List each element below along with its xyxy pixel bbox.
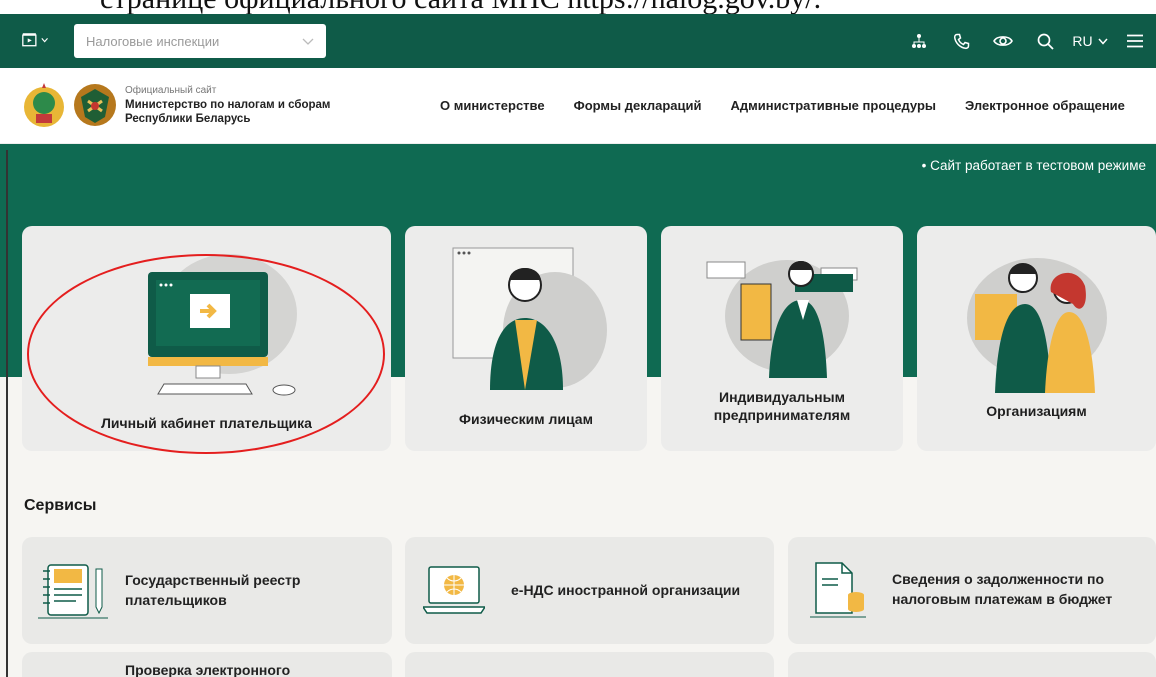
phone-icon[interactable] [940, 33, 982, 50]
page-edge-line [6, 150, 8, 677]
computer-illustration [148, 254, 297, 396]
card-label-line1: Индивидуальным [719, 389, 845, 405]
organizations-illustration [967, 258, 1107, 393]
status-ticker: • Сайт работает в тестовом режиме [921, 158, 1146, 173]
language-label: RU [1072, 33, 1093, 49]
service-title: е-НДС иностранной организации [511, 582, 741, 598]
chevron-down-icon [302, 34, 314, 49]
nav-about-ministry[interactable]: О министерстве [440, 98, 545, 113]
search-icon[interactable] [1024, 33, 1066, 50]
service-title-line2: плательщиков [125, 592, 227, 608]
service-card-row2[interactable] [788, 652, 1156, 677]
select-value: Налоговые инспекции [86, 33, 220, 49]
nav-declaration-forms[interactable]: Формы деклараций [574, 98, 702, 113]
service-electronic-check[interactable]: Проверка электронного [22, 652, 392, 677]
entrepreneur-illustration [706, 260, 858, 378]
language-switcher[interactable]: RU [1066, 33, 1114, 49]
main-nav: О министерстве Формы деклараций Админист… [440, 98, 1154, 113]
service-state-register[interactable]: Государственный реестр плательщиков [22, 537, 392, 644]
card-label: Индивидуальным предпринимателям [661, 388, 903, 424]
card-label: Организациям [986, 403, 1087, 419]
card-entrepreneurs[interactable]: Индивидуальным предпринимателям [661, 226, 903, 451]
service-title: Государственный реестр плательщиков [125, 570, 300, 610]
app-switcher-icon[interactable] [22, 29, 48, 51]
org-name-line2: Республики Беларусь [125, 113, 251, 125]
site-header: Официальный сайт Министерство по налогам… [0, 68, 1156, 144]
person-illustration [452, 247, 607, 390]
document-coins-icon [810, 562, 866, 618]
nav-electronic-appeal[interactable]: Электронное обращение [965, 98, 1125, 113]
service-e-vat[interactable]: е-НДС иностранной организации [405, 537, 774, 644]
card-personal-account[interactable]: Личный кабинет плательщика [22, 226, 391, 451]
org-name-line1: Министерство по налогам и сборам [125, 99, 331, 111]
eye-icon[interactable] [982, 34, 1024, 48]
service-title: Сведения о задолженности по налоговым пл… [892, 569, 1112, 609]
top-bar: Налоговые инспекции RU [0, 14, 1156, 68]
site-tag: Официальный сайт [125, 85, 217, 96]
service-tax-debt-info[interactable]: Сведения о задолженности по налоговым пл… [788, 537, 1156, 644]
menu-icon[interactable] [1114, 34, 1156, 48]
service-title-line2: налоговым платежам в бюджет [892, 591, 1113, 607]
ministry-emblem-logo[interactable] [72, 81, 118, 129]
chevron-down-icon [1098, 38, 1108, 45]
register-book-icon [38, 564, 108, 619]
service-card-row2[interactable] [405, 652, 774, 677]
card-label-line2: предпринимателям [713, 407, 851, 423]
document-caption-fragment: странице официального сайта МНС https://… [0, 0, 1156, 14]
site-title[interactable]: Официальный сайт Министерство по налогам… [125, 84, 330, 126]
laptop-globe-icon [423, 566, 485, 614]
card-individuals[interactable]: Физическим лицам [405, 226, 647, 451]
card-label: Личный кабинет плательщика [101, 415, 312, 431]
service-title: Проверка электронного [125, 662, 291, 677]
service-title-line1: Государственный реестр [125, 572, 301, 588]
caption-text: странице официального сайта МНС https://… [100, 0, 821, 14]
services-heading: Сервисы [24, 497, 97, 514]
inspections-select[interactable]: Налоговые инспекции [74, 24, 326, 58]
state-emblem-logo[interactable] [22, 81, 66, 129]
sitemap-icon[interactable] [898, 33, 940, 49]
nav-administrative-procedures[interactable]: Административные процедуры [731, 98, 936, 113]
card-label: Физическим лицам [459, 411, 593, 427]
service-title-line1: Сведения о задолженности по [892, 571, 1105, 587]
card-organizations[interactable]: Организациям [917, 226, 1156, 451]
